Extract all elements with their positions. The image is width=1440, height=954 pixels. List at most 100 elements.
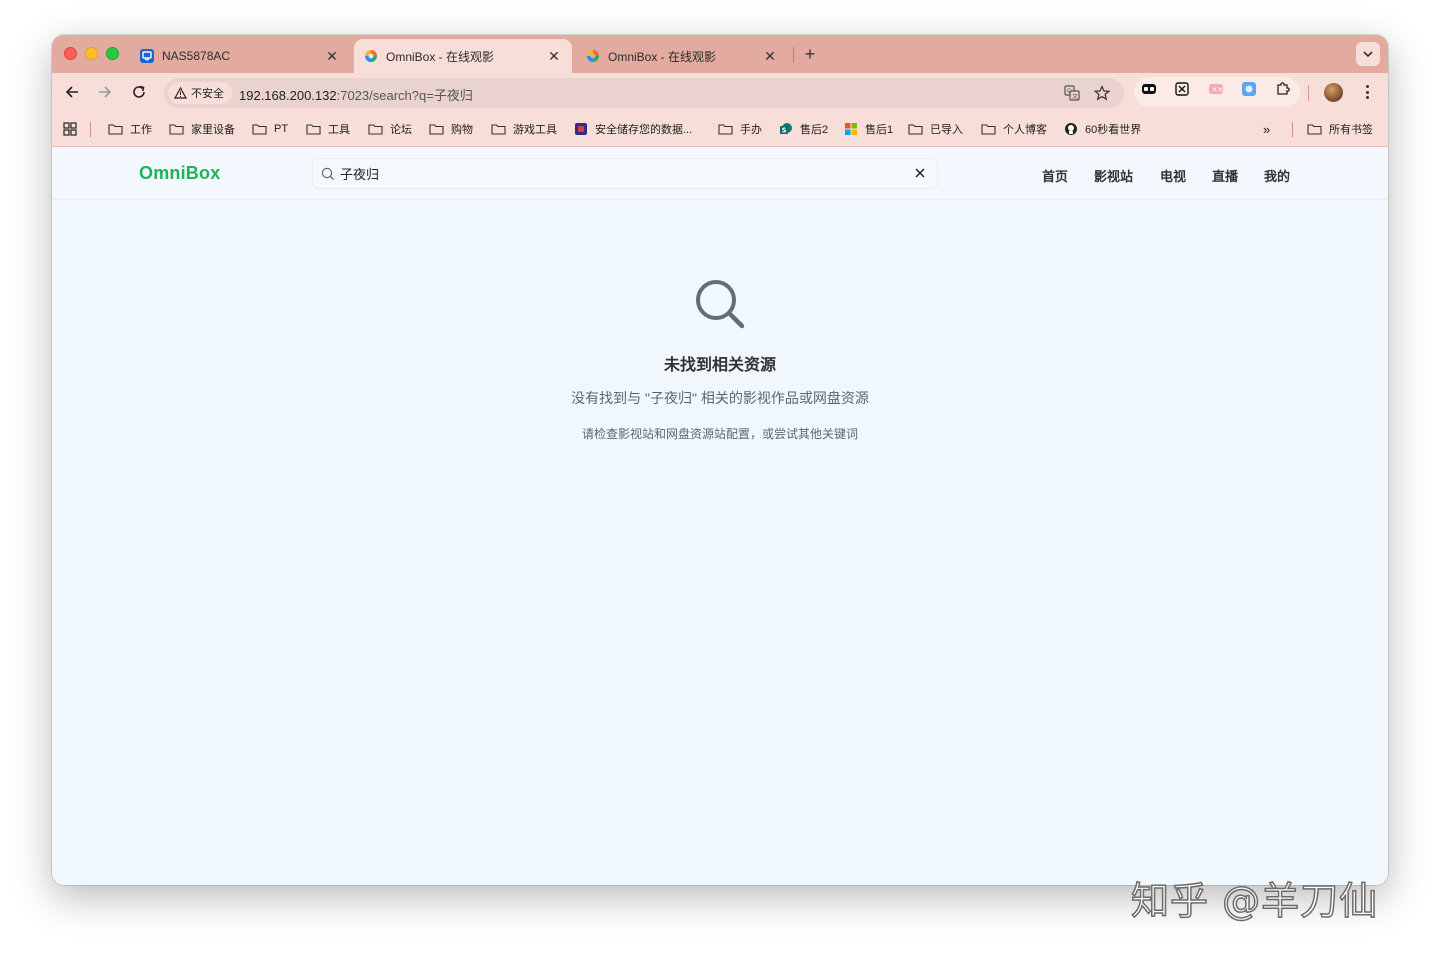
nas-favicon-icon: [140, 49, 154, 63]
back-button[interactable]: [60, 80, 84, 104]
browser-window: NAS5878AC ✕ OmniBox - 在线观影 ✕ OmniBox - 在…: [52, 35, 1388, 885]
bookmark-label: 已导入: [930, 124, 963, 136]
tab-title: NAS5878AC: [162, 49, 231, 63]
bookmarks-divider: [1292, 122, 1293, 137]
bookmark-label: 售后1: [865, 124, 894, 136]
tab-omnibox-active[interactable]: OmniBox - 在线观影 ✕: [354, 39, 572, 73]
tab-title: OmniBox - 在线观影: [608, 49, 717, 64]
bookmark-label: 购物: [451, 124, 473, 136]
url-text[interactable]: 192.168.200.132:7023/search?q=子夜归: [239, 85, 473, 104]
bookmark-item[interactable]: 安全储存您的数据...: [573, 121, 692, 137]
more-bookmarks-chevron-icon[interactable]: »: [1263, 121, 1270, 137]
secure-storage-favicon-icon: [573, 123, 588, 136]
bookmark-label: 手办: [740, 124, 762, 136]
folder-icon: [491, 123, 506, 136]
folder-icon: [368, 123, 383, 136]
close-icon[interactable]: ✕: [546, 48, 562, 64]
chevron-down-icon: [1363, 51, 1373, 57]
nav-tv[interactable]: 电视: [1160, 166, 1186, 185]
omnibox-favicon-icon: [364, 49, 378, 63]
folder-icon: [981, 123, 996, 136]
search-input[interactable]: [340, 159, 900, 188]
bookmark-item[interactable]: S 售后2: [778, 121, 828, 137]
bookmark-item[interactable]: 论坛: [368, 121, 412, 137]
bookmark-label: 游戏工具: [513, 124, 557, 136]
address-bar[interactable]: 不安全 192.168.200.132:7023/search?q=子夜归 G文: [164, 78, 1124, 108]
reload-button[interactable]: [127, 80, 151, 104]
bookmark-item[interactable]: PT: [252, 121, 288, 137]
bookmark-item[interactable]: 手办: [718, 121, 762, 137]
folder-icon: [429, 123, 444, 136]
folder-icon: [108, 123, 123, 136]
bookmark-label: 安全储存您的数据...: [595, 124, 693, 136]
reload-icon: [133, 85, 145, 98]
brand-logo[interactable]: OmniBox: [139, 163, 220, 184]
news-favicon-icon: [1063, 123, 1078, 136]
search-box: [312, 158, 938, 189]
nav-video-sites[interactable]: 影视站: [1094, 166, 1133, 185]
security-indicator[interactable]: 不安全: [168, 82, 232, 104]
browser-toolbar: 不安全 192.168.200.132:7023/search?q=子夜归 G文…: [52, 73, 1388, 111]
all-bookmarks-button[interactable]: 所有书签: [1307, 121, 1373, 137]
ext-blue-icon[interactable]: [1241, 81, 1257, 97]
bookmark-label: 工具: [328, 124, 350, 136]
bookmark-label: 售后2: [800, 124, 829, 136]
folder-icon: [252, 123, 267, 136]
url-host: 192.168.200.132: [239, 88, 337, 103]
bookmark-item[interactable]: 个人博客: [981, 121, 1047, 137]
bookmark-item[interactable]: 工具: [306, 121, 350, 137]
apps-grid-icon[interactable]: [63, 121, 77, 137]
svg-text:文: 文: [1072, 93, 1078, 101]
tab-nas[interactable]: NAS5878AC ✕: [130, 39, 350, 73]
ext-glasses-icon[interactable]: [1141, 81, 1157, 97]
bookmark-item[interactable]: 60秒看世界: [1063, 121, 1141, 137]
maximize-window-button[interactable]: [106, 47, 119, 60]
folder-icon: [1307, 123, 1322, 136]
empty-state-title: 未找到相关资源: [663, 357, 776, 374]
page-content: OmniBox 首页 影视站 电视 直播 我的 未找到相关资源: [52, 148, 1388, 885]
bookmark-item[interactable]: 购物: [429, 121, 473, 137]
profile-avatar[interactable]: [1324, 83, 1343, 102]
app-header: OmniBox 首页 影视站 电视 直播 我的: [52, 148, 1388, 200]
nav-mine[interactable]: 我的: [1264, 166, 1290, 185]
empty-state-description: 没有找到与 "子夜归" 相关的影视作品或网盘资源: [571, 390, 869, 406]
bookmark-label: 个人博客: [1003, 124, 1047, 136]
close-icon[interactable]: ✕: [762, 48, 778, 64]
translate-icon[interactable]: G文: [1064, 85, 1080, 101]
forward-button[interactable]: [93, 80, 117, 104]
bookmark-label: 论坛: [390, 124, 412, 136]
bookmark-item[interactable]: 家里设备: [169, 121, 235, 137]
folder-icon: [718, 123, 733, 136]
ext-pink-icon[interactable]: ✕✕: [1208, 81, 1224, 97]
security-label: 不安全: [191, 88, 224, 100]
bookmark-item[interactable]: 已导入: [908, 121, 963, 137]
close-window-button[interactable]: [64, 47, 77, 60]
url-path: :7023/search?q=子夜归: [336, 88, 473, 103]
new-tab-button[interactable]: +: [800, 44, 820, 64]
tab-divider: [793, 47, 794, 63]
omnibox-favicon-icon: [586, 49, 600, 63]
nav-live[interactable]: 直播: [1212, 166, 1238, 185]
ext-screenshot-icon[interactable]: [1174, 81, 1190, 97]
search-icon: [696, 280, 745, 329]
bookmark-star-icon[interactable]: [1093, 85, 1111, 101]
bookmarks-bar: 工作 家里设备 PT 工具 论坛 购物 游戏工具 安全储存您的数据... 手办 …: [52, 111, 1388, 147]
bookmarks-divider: [90, 122, 91, 137]
tab-omnibox[interactable]: OmniBox - 在线观影 ✕: [576, 39, 788, 73]
clear-search-icon[interactable]: [913, 166, 927, 180]
bookmark-item[interactable]: 工作: [108, 121, 152, 137]
nav-home[interactable]: 首页: [1042, 166, 1068, 185]
svg-text:S: S: [781, 127, 786, 135]
empty-state-hint: 请检查影视站和网盘资源站配置，或尝试其他关键词: [581, 427, 858, 441]
browser-menu-icon[interactable]: [1359, 83, 1375, 101]
minimize-window-button[interactable]: [85, 47, 98, 60]
close-icon[interactable]: ✕: [324, 48, 340, 64]
bookmark-item[interactable]: 售后1: [843, 121, 893, 137]
warning-icon: [174, 87, 187, 99]
extensions-puzzle-icon[interactable]: [1275, 81, 1291, 97]
toolbar-divider: [1308, 85, 1309, 101]
bookmark-label: 家里设备: [191, 124, 235, 136]
tab-search-button[interactable]: [1356, 42, 1380, 66]
sharepoint-icon: S: [778, 123, 793, 136]
bookmark-item[interactable]: 游戏工具: [491, 121, 557, 137]
